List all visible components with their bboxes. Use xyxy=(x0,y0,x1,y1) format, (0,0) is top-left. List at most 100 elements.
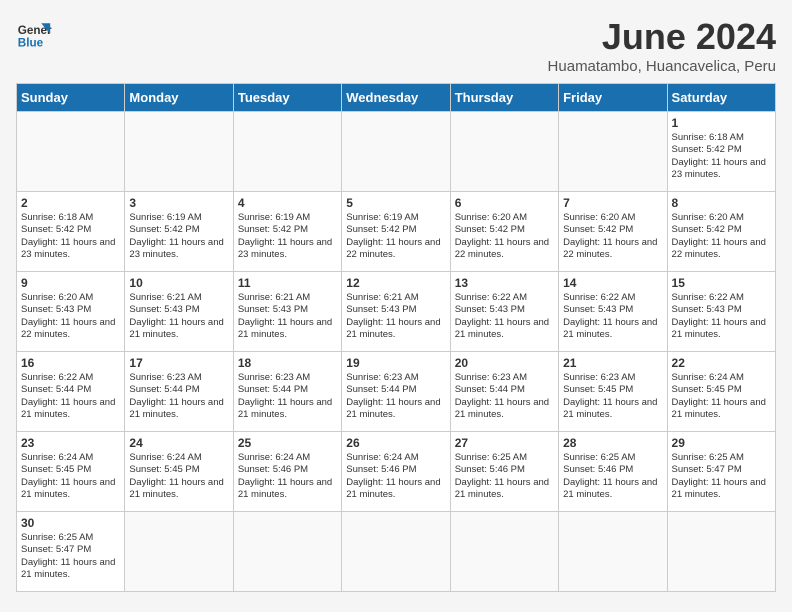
calendar-cell: 4 Sunrise: 6:19 AM Sunset: 5:42 PM Daylig… xyxy=(233,192,341,272)
day-info: Sunrise: 6:20 AM Sunset: 5:42 PM Dayligh… xyxy=(563,212,662,261)
calendar-cell xyxy=(17,112,125,192)
calendar-cell: 23 Sunrise: 6:24 AM Sunset: 5:45 PM Dayli… xyxy=(17,432,125,512)
day-info: Sunrise: 6:23 AM Sunset: 5:45 PM Dayligh… xyxy=(563,372,662,421)
day-number: 12 xyxy=(346,276,445,290)
day-info: Sunrise: 6:22 AM Sunset: 5:43 PM Dayligh… xyxy=(563,292,662,341)
generalblue-logo-icon: General Blue xyxy=(16,16,52,52)
calendar-cell: 16 Sunrise: 6:22 AM Sunset: 5:44 PM Dayli… xyxy=(17,352,125,432)
calendar-cell: 12 Sunrise: 6:21 AM Sunset: 5:43 PM Dayli… xyxy=(342,272,450,352)
calendar-week-0: 1 Sunrise: 6:18 AM Sunset: 5:42 PM Daylig… xyxy=(17,112,776,192)
day-info: Sunrise: 6:20 AM Sunset: 5:42 PM Dayligh… xyxy=(455,212,554,261)
header-friday: Friday xyxy=(559,84,667,112)
day-number: 27 xyxy=(455,436,554,450)
day-number: 24 xyxy=(129,436,228,450)
calendar-cell xyxy=(450,112,558,192)
calendar-cell: 8Sunrise: 6:20 AM Sunset: 5:42 PM Daylig… xyxy=(667,192,775,272)
day-info: Sunrise: 6:22 AM Sunset: 5:43 PM Dayligh… xyxy=(672,292,771,341)
calendar-cell: 1 Sunrise: 6:18 AM Sunset: 5:42 PM Daylig… xyxy=(667,112,775,192)
calendar-cell: 14Sunrise: 6:22 AM Sunset: 5:43 PM Dayli… xyxy=(559,272,667,352)
location-subtitle: Huamatambo, Huancavelica, Peru xyxy=(548,58,776,75)
calendar-cell xyxy=(125,512,233,592)
calendar-cell: 25 Sunrise: 6:24 AM Sunset: 5:46 PM Dayli… xyxy=(233,432,341,512)
header-thursday: Thursday xyxy=(450,84,558,112)
day-number: 9 xyxy=(21,276,120,290)
svg-text:Blue: Blue xyxy=(18,37,44,50)
day-info: Sunrise: 6:21 AM Sunset: 5:43 PM Dayligh… xyxy=(346,292,445,341)
day-info: Sunrise: 6:21 AM Sunset: 5:43 PM Dayligh… xyxy=(238,292,337,341)
day-number: 1 xyxy=(672,116,771,130)
calendar-week-1: 2Sunrise: 6:18 AM Sunset: 5:42 PM Daylig… xyxy=(17,192,776,272)
day-info: Sunrise: 6:24 AM Sunset: 5:46 PM Dayligh… xyxy=(238,452,337,501)
day-number: 13 xyxy=(455,276,554,290)
day-info: Sunrise: 6:23 AM Sunset: 5:44 PM Dayligh… xyxy=(129,372,228,421)
page-header: General Blue June 2024 Huamatambo, Huanc… xyxy=(16,16,776,75)
day-number: 15 xyxy=(672,276,771,290)
day-number: 20 xyxy=(455,356,554,370)
day-number: 22 xyxy=(672,356,771,370)
calendar-cell: 3Sunrise: 6:19 AM Sunset: 5:42 PM Daylig… xyxy=(125,192,233,272)
calendar-cell: 24 Sunrise: 6:24 AM Sunset: 5:45 PM Dayli… xyxy=(125,432,233,512)
calendar-week-2: 9 Sunrise: 6:20 AM Sunset: 5:43 PM Daylig… xyxy=(17,272,776,352)
calendar-cell: 21Sunrise: 6:23 AM Sunset: 5:45 PM Dayli… xyxy=(559,352,667,432)
calendar-cell: 22 Sunrise: 6:24 AM Sunset: 5:45 PM Dayli… xyxy=(667,352,775,432)
day-info: Sunrise: 6:20 AM Sunset: 5:42 PM Dayligh… xyxy=(672,212,771,261)
calendar-cell: 19 Sunrise: 6:23 AM Sunset: 5:44 PM Dayli… xyxy=(342,352,450,432)
day-info: Sunrise: 6:18 AM Sunset: 5:42 PM Dayligh… xyxy=(672,132,771,181)
day-number: 26 xyxy=(346,436,445,450)
day-info: Sunrise: 6:25 AM Sunset: 5:46 PM Dayligh… xyxy=(563,452,662,501)
day-info: Sunrise: 6:21 AM Sunset: 5:43 PM Dayligh… xyxy=(129,292,228,341)
day-info: Sunrise: 6:25 AM Sunset: 5:46 PM Dayligh… xyxy=(455,452,554,501)
calendar-cell: 7Sunrise: 6:20 AM Sunset: 5:42 PM Daylig… xyxy=(559,192,667,272)
calendar-cell xyxy=(233,512,341,592)
day-number: 10 xyxy=(129,276,228,290)
day-info: Sunrise: 6:24 AM Sunset: 5:45 PM Dayligh… xyxy=(21,452,120,501)
day-info: Sunrise: 6:24 AM Sunset: 5:45 PM Dayligh… xyxy=(129,452,228,501)
day-info: Sunrise: 6:24 AM Sunset: 5:45 PM Dayligh… xyxy=(672,372,771,421)
day-info: Sunrise: 6:18 AM Sunset: 5:42 PM Dayligh… xyxy=(21,212,120,261)
day-info: Sunrise: 6:23 AM Sunset: 5:44 PM Dayligh… xyxy=(238,372,337,421)
day-info: Sunrise: 6:22 AM Sunset: 5:43 PM Dayligh… xyxy=(455,292,554,341)
calendar-cell xyxy=(342,512,450,592)
day-number: 11 xyxy=(238,276,337,290)
calendar-cell: 18Sunrise: 6:23 AM Sunset: 5:44 PM Dayli… xyxy=(233,352,341,432)
calendar-table: SundayMondayTuesdayWednesdayThursdayFrid… xyxy=(16,83,776,592)
day-info: Sunrise: 6:22 AM Sunset: 5:44 PM Dayligh… xyxy=(21,372,120,421)
calendar-cell xyxy=(450,512,558,592)
day-number: 23 xyxy=(21,436,120,450)
day-number: 19 xyxy=(346,356,445,370)
day-number: 25 xyxy=(238,436,337,450)
day-info: Sunrise: 6:23 AM Sunset: 5:44 PM Dayligh… xyxy=(346,372,445,421)
day-number: 28 xyxy=(563,436,662,450)
calendar-cell: 17Sunrise: 6:23 AM Sunset: 5:44 PM Dayli… xyxy=(125,352,233,432)
calendar-cell xyxy=(559,112,667,192)
calendar-cell xyxy=(559,512,667,592)
header-saturday: Saturday xyxy=(667,84,775,112)
header-sunday: Sunday xyxy=(17,84,125,112)
calendar-cell xyxy=(125,112,233,192)
day-info: Sunrise: 6:25 AM Sunset: 5:47 PM Dayligh… xyxy=(672,452,771,501)
header-wednesday: Wednesday xyxy=(342,84,450,112)
day-info: Sunrise: 6:19 AM Sunset: 5:42 PM Dayligh… xyxy=(346,212,445,261)
day-info: Sunrise: 6:23 AM Sunset: 5:44 PM Dayligh… xyxy=(455,372,554,421)
calendar-cell: 10 Sunrise: 6:21 AM Sunset: 5:43 PM Dayli… xyxy=(125,272,233,352)
day-info: Sunrise: 6:20 AM Sunset: 5:43 PM Dayligh… xyxy=(21,292,120,341)
calendar-cell: 26 Sunrise: 6:24 AM Sunset: 5:46 PM Dayli… xyxy=(342,432,450,512)
calendar-cell: 28 Sunrise: 6:25 AM Sunset: 5:46 PM Dayli… xyxy=(559,432,667,512)
calendar-body: 1 Sunrise: 6:18 AM Sunset: 5:42 PM Daylig… xyxy=(17,112,776,592)
calendar-cell xyxy=(233,112,341,192)
day-info: Sunrise: 6:19 AM Sunset: 5:42 PM Dayligh… xyxy=(238,212,337,261)
day-number: 16 xyxy=(21,356,120,370)
day-info: Sunrise: 6:19 AM Sunset: 5:42 PM Dayligh… xyxy=(129,212,228,261)
calendar-cell xyxy=(342,112,450,192)
day-number: 6 xyxy=(455,196,554,210)
calendar-cell: 2Sunrise: 6:18 AM Sunset: 5:42 PM Daylig… xyxy=(17,192,125,272)
day-number: 30 xyxy=(21,516,120,530)
calendar-week-3: 16 Sunrise: 6:22 AM Sunset: 5:44 PM Dayli… xyxy=(17,352,776,432)
logo: General Blue xyxy=(16,16,52,52)
month-year-title: June 2024 xyxy=(548,16,776,58)
day-info: Sunrise: 6:24 AM Sunset: 5:46 PM Dayligh… xyxy=(346,452,445,501)
day-info: Sunrise: 6:25 AM Sunset: 5:47 PM Dayligh… xyxy=(21,532,120,581)
day-number: 4 xyxy=(238,196,337,210)
day-number: 5 xyxy=(346,196,445,210)
header-monday: Monday xyxy=(125,84,233,112)
